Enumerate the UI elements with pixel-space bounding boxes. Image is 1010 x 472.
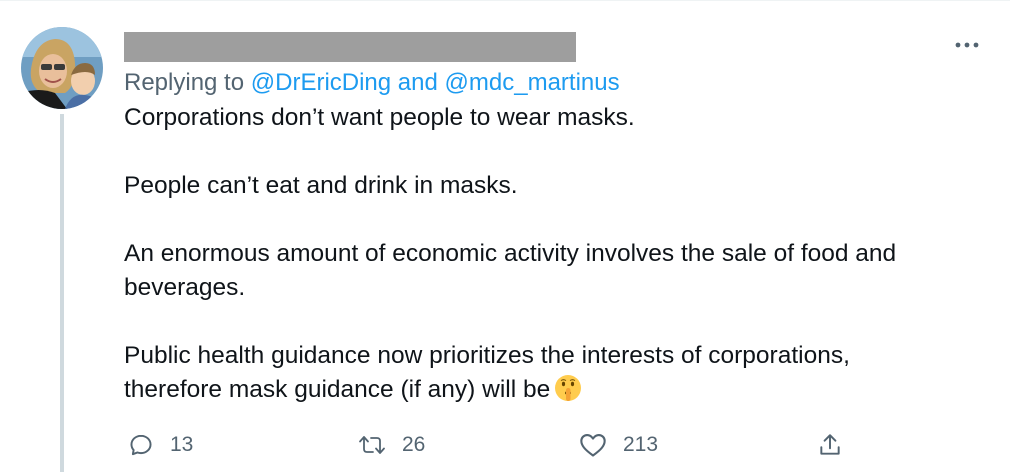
reply-icon [130, 434, 152, 456]
tweet-paragraph: An enormous amount of economic activity … [124, 237, 974, 305]
mention-link-drericding[interactable]: @DrEricDing [251, 69, 391, 96]
tweet-line: An enormous amount of economic activity … [124, 240, 897, 267]
replying-to-label: Replying to [124, 69, 251, 96]
like-button[interactable]: 213 [579, 426, 658, 464]
avatar-photo-icon [21, 27, 103, 109]
avatar[interactable] [21, 27, 103, 109]
tweet-line: therefore mask guidance (if any) will be [124, 376, 551, 403]
more-horizontal-icon [955, 42, 979, 48]
more-options-button[interactable] [952, 30, 982, 60]
like-count: 213 [623, 433, 659, 456]
retweet-count: 26 [402, 433, 426, 456]
share-icon [820, 434, 840, 455]
tweet-line: beverages. [124, 274, 246, 301]
tweet-paragraph: People can’t eat and drink in masks. [124, 172, 518, 199]
top-divider [0, 0, 1010, 1]
retweet-icon [359, 436, 385, 454]
replying-to-line: Replying to @DrEricDing and @mdc_martinu… [124, 66, 620, 100]
thread-line [60, 114, 64, 472]
redacted-author-name [124, 32, 576, 62]
mention-link-mdc-martinus[interactable]: @mdc_martinus [445, 69, 620, 96]
tweet-paragraph: Corporations don’t want people to wear m… [124, 104, 635, 131]
share-button[interactable] [817, 426, 843, 464]
heart-icon [580, 434, 606, 457]
tweet-paragraph: Public health guidance now prioritizes t… [124, 339, 974, 412]
mention-conjunction[interactable]: and [391, 69, 444, 96]
tweet-actions: 13 26 213 [124, 426, 854, 464]
tweet-line: Public health guidance now prioritizes t… [124, 342, 850, 369]
shushing-face-emoji-icon [554, 374, 582, 412]
tweet-text: Corporations don’t want people to wear m… [124, 101, 974, 412]
reply-button[interactable]: 13 [128, 426, 193, 464]
reply-count: 13 [170, 433, 194, 456]
retweet-button[interactable]: 26 [358, 426, 425, 464]
